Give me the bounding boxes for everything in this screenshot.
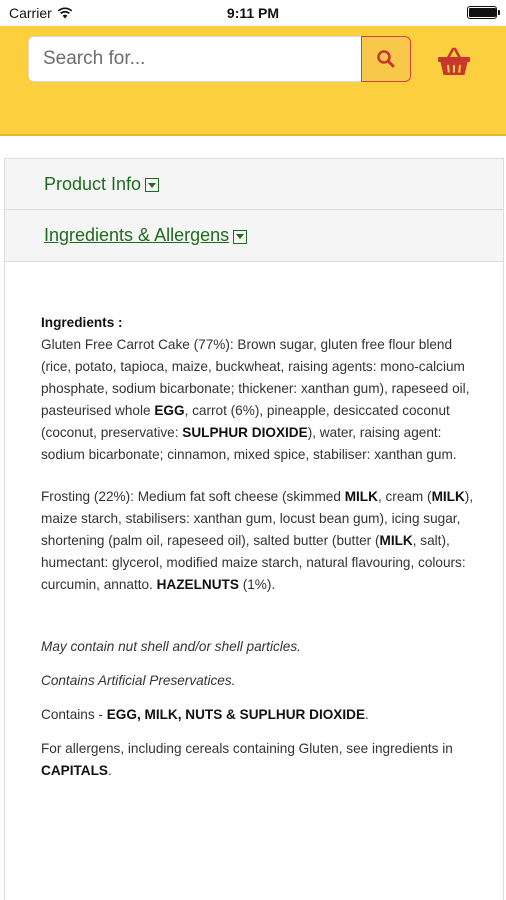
status-bar: Carrier 9:11 PM: [0, 0, 506, 26]
capitals-emphasis: CAPITALS: [41, 763, 108, 778]
allergen-sulphur-dioxide: SULPHUR DIOXIDE: [182, 425, 308, 440]
basket-icon: [438, 47, 470, 75]
allergen-milk: MILK: [344, 489, 378, 504]
search-input[interactable]: [29, 37, 361, 81]
ingredients-allergens-toggle[interactable]: Ingredients & Allergens: [4, 210, 504, 262]
caret-down-icon: [145, 178, 160, 192]
contains-note: Contains - EGG, MILK, NUTS & SUPLHUR DIO…: [41, 707, 369, 722]
ingredients-panel: Ingredients : Gluten Free Carrot Cake (7…: [4, 262, 504, 900]
allergens-info-note: For allergens, including cereals contain…: [41, 741, 453, 778]
search-icon: [377, 50, 395, 68]
frosting-ingredients: Frosting (22%): Medium fat soft cheese (…: [41, 489, 474, 592]
cake-ingredients: Gluten Free Carrot Cake (77%): Brown sug…: [41, 337, 470, 462]
product-info-label: Product Info: [44, 173, 142, 194]
search-button[interactable]: [361, 36, 411, 82]
product-info-toggle[interactable]: Product Info: [4, 158, 504, 210]
may-contain-note: May contain nut shell and/or shell parti…: [41, 639, 301, 654]
basket-button[interactable]: [436, 46, 472, 78]
battery-icon: [467, 6, 500, 19]
ingredients-content: Ingredients : Gluten Free Carrot Cake (7…: [41, 312, 481, 782]
allergen-milk: MILK: [431, 489, 465, 504]
caret-down-icon: [233, 229, 248, 244]
allergen-egg: EGG: [154, 403, 185, 418]
clock: 9:11 PM: [226, 5, 280, 21]
header-bar: [0, 26, 506, 136]
accordion: Product Info Ingredients & Allergens: [4, 158, 504, 262]
preservatives-note: Contains Artificial Preservatices.: [41, 673, 236, 688]
ingredients-allergens-label: Ingredients & Allergens: [44, 225, 230, 245]
battery-level: [469, 8, 496, 17]
allergen-milk: MILK: [379, 533, 413, 548]
search-box: [28, 36, 411, 82]
ingredients-heading: Ingredients :: [41, 315, 123, 330]
allergen-hazelnuts: HAZELNUTS: [156, 577, 239, 592]
allergen-list: EGG, MILK, NUTS & SUPLHUR DIOXIDE: [106, 707, 366, 722]
